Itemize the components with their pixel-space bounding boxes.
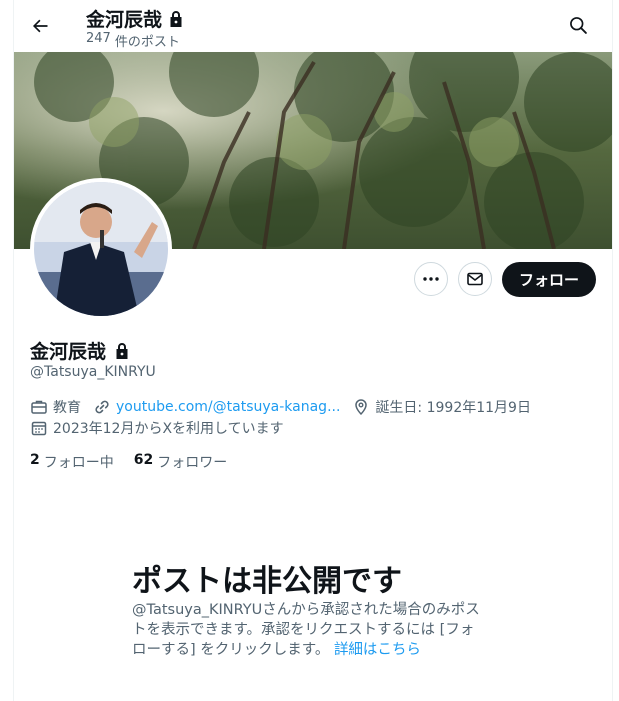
column-border-right <box>612 0 613 701</box>
followers-count[interactable]: 62 フォロワー <box>134 452 227 472</box>
private-body-line: トを表示できます。承認をリクエストするには [フォ <box>132 622 475 638</box>
followers-number: 62 <box>133 452 154 468</box>
back-arrow-icon <box>33 19 48 33</box>
post-count-number: 247 <box>86 31 111 46</box>
mail-icon <box>467 272 483 286</box>
website-link[interactable]: youtube.com/@tatsuya-kanag... <box>116 399 340 415</box>
header-title: 金河辰哉 <box>86 5 184 32</box>
lock-icon <box>170 10 182 27</box>
following-count[interactable]: 2 フォロー中 <box>30 452 114 472</box>
learn-more-link[interactable]: 詳細はこちら <box>334 642 421 658</box>
briefcase-icon <box>31 400 47 414</box>
private-notice-title: ポストは非公開です <box>132 564 402 599</box>
joined-row: 2023年12月からXを利用しています <box>30 418 296 438</box>
profile-page: 金河辰哉 247 件のポスト フォロー 金河辰哉 @Tatsuya_KINRYU… <box>0 0 619 701</box>
message-button[interactable] <box>458 262 492 296</box>
link-icon <box>95 400 109 414</box>
follow-button[interactable]: フォロー <box>502 262 596 297</box>
followers-label: フォロワー <box>157 455 228 471</box>
search-button[interactable] <box>566 13 590 37</box>
joined-item: 2023年12月からXを利用しています <box>30 418 284 438</box>
birthday-item: 誕生日: 1992年11月9日 <box>352 397 531 417</box>
back-button[interactable] <box>26 12 54 40</box>
lock-icon <box>116 342 128 359</box>
more-button[interactable] <box>414 262 448 296</box>
category-item: 教育 <box>30 397 81 417</box>
more-icon <box>423 277 439 281</box>
post-count-label: 件のポスト <box>114 35 180 50</box>
profile-avatar[interactable] <box>30 178 172 320</box>
display-name-text: 金河辰哉 <box>30 341 107 363</box>
follow-counts: 2 フォロー中 62 フォロワー <box>30 452 227 472</box>
birthday-text: 誕生日: 1992年11月9日 <box>375 400 531 416</box>
search-icon <box>570 17 587 34</box>
calendar-icon <box>31 421 47 436</box>
private-body-line: ローする] をクリックします。 <box>132 642 330 658</box>
private-body-line: @Tatsuya_KINRYUさんから承認された場合のみポス <box>132 602 480 618</box>
joined-text: 2023年12月からXを利用しています <box>53 421 284 437</box>
display-name: 金河辰哉 <box>30 337 130 364</box>
following-number: 2 <box>30 452 40 468</box>
following-label: フォロー中 <box>43 455 114 471</box>
header-name: 金河辰哉 <box>86 9 163 31</box>
category-text: 教育 <box>53 400 81 416</box>
private-notice-body: @Tatsuya_KINRYUさんから承認された場合のみポス トを表示できます。… <box>132 600 502 660</box>
handle: @Tatsuya_KINRYU <box>30 364 156 380</box>
avatar-photo <box>34 182 168 316</box>
header-post-count: 247 件のポスト <box>86 31 180 50</box>
website-item: youtube.com/@tatsuya-kanag... <box>93 398 340 416</box>
profile-meta-row: 教育 youtube.com/@tatsuya-kanag... 誕生日: 19… <box>30 397 543 417</box>
location-icon <box>355 399 368 416</box>
